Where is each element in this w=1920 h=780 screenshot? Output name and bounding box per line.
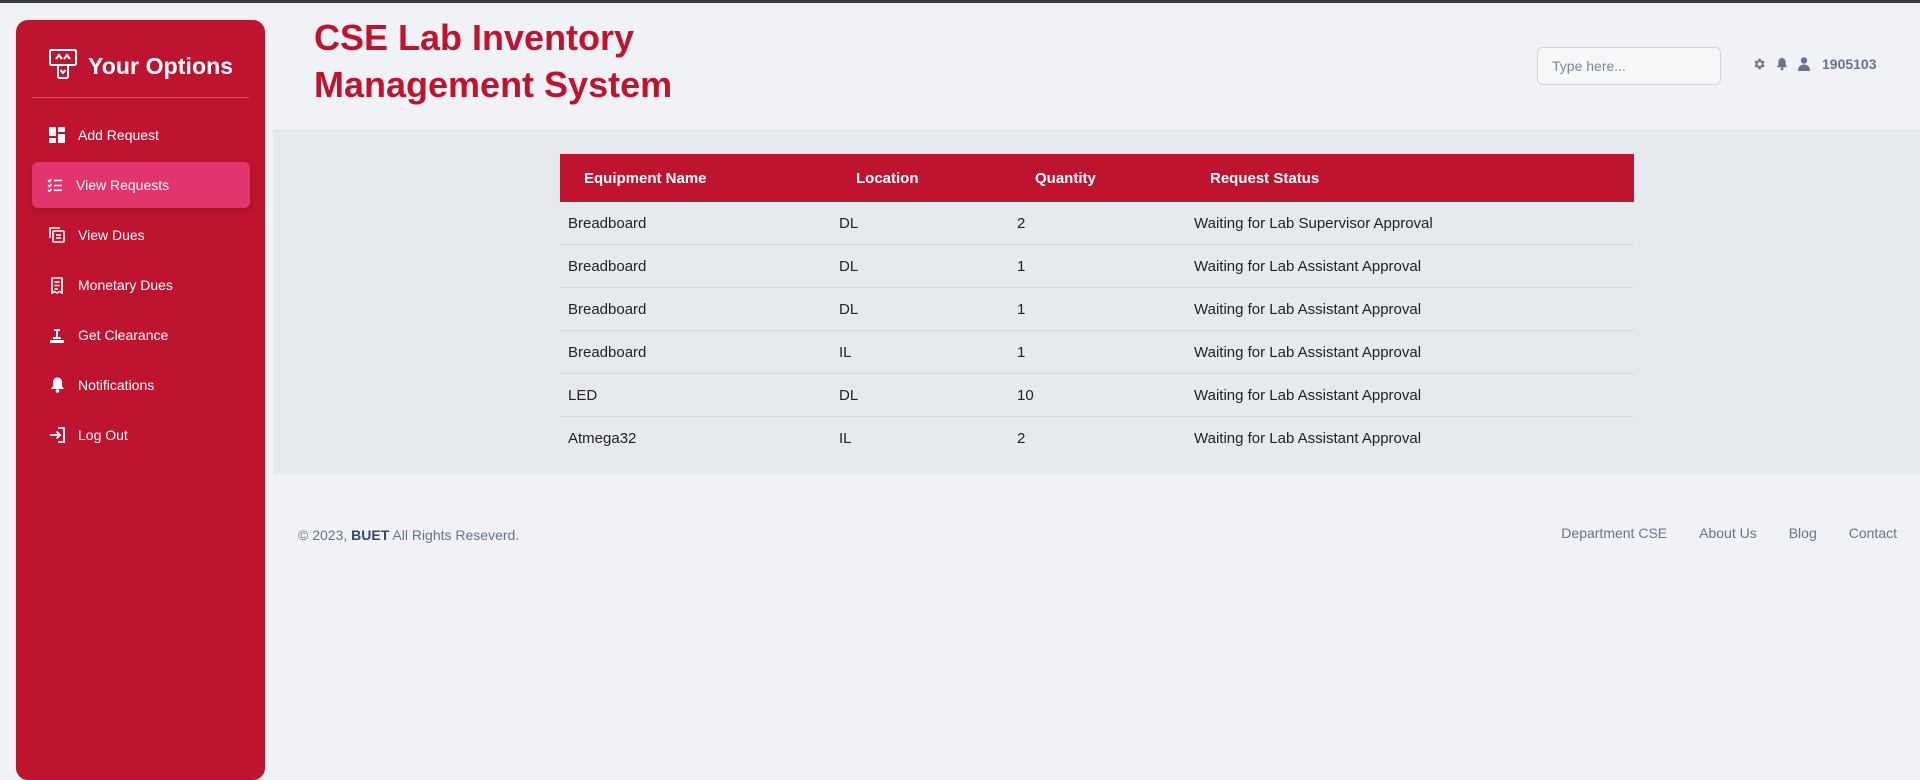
footer-links: Department CSE About Us Blog Contact — [1561, 525, 1897, 541]
copyright-org: BUET — [351, 527, 390, 543]
options-logo-icon — [48, 48, 78, 85]
sidebar-item-notifications[interactable]: Notifications — [32, 362, 250, 408]
column-header-status: Request Status — [1210, 169, 1320, 187]
table-header-row: Equipment Name Location Quantity Request… — [560, 154, 1634, 202]
cell-location: DL — [838, 373, 1017, 417]
sidebar-brand-title: Your Options — [88, 53, 234, 79]
bell-icon[interactable] — [1776, 57, 1788, 71]
cell-location: IL — [838, 330, 1017, 374]
footer-link-blog[interactable]: Blog — [1789, 525, 1817, 541]
gear-icon[interactable] — [1752, 57, 1766, 71]
cell-equipment: Breadboard — [560, 202, 838, 245]
table-row: LED DL 10 Waiting for Lab Assistant Appr… — [560, 373, 1634, 417]
cell-quantity: 2 — [1017, 429, 1026, 447]
table-row: Breadboard DL 2 Waiting for Lab Supervis… — [560, 202, 1634, 245]
cell-status: Waiting for Lab Assistant Approval — [1194, 429, 1422, 447]
cell-status: Waiting for Lab Assistant Approval — [1194, 330, 1634, 374]
bell-icon — [48, 376, 66, 394]
footer-copyright: © 2023, BUET All Rights Reseverd. — [298, 527, 519, 543]
footer-link-about[interactable]: About Us — [1699, 525, 1757, 541]
table-row: Breadboard IL 1 Waiting for Lab Assistan… — [560, 330, 1634, 374]
sidebar-divider — [32, 97, 249, 98]
cell-status: Waiting for Lab Assistant Approval — [1194, 244, 1634, 288]
list-check-icon — [46, 176, 64, 194]
cell-status: Waiting for Lab Supervisor Approval — [1194, 202, 1634, 245]
sidebar-brand: Your Options — [48, 48, 233, 85]
sidebar-item-monetary-dues[interactable]: Monetary Dues — [32, 262, 250, 308]
sidebar-item-label: Add Request — [78, 127, 159, 143]
sidebar-item-get-clearance[interactable]: Get Clearance — [32, 312, 250, 358]
sidebar-item-log-out[interactable]: Log Out — [32, 412, 250, 458]
copyright-prefix: © 2023, — [298, 527, 348, 543]
footer-link-contact[interactable]: Contact — [1849, 525, 1897, 541]
sidebar-item-view-requests[interactable]: View Requests — [32, 162, 250, 208]
sidebar-nav: Add Request View Requests View Dues Mone… — [32, 112, 250, 462]
footer-link-department[interactable]: Department CSE — [1561, 525, 1667, 541]
sidebar-item-add-request[interactable]: Add Request — [32, 112, 250, 158]
cell-status: Waiting for Lab Assistant Approval — [1194, 287, 1634, 331]
cell-location: IL — [839, 429, 852, 447]
sidebar-item-view-dues[interactable]: View Dues — [32, 212, 250, 258]
receipt-icon — [48, 276, 66, 294]
column-header-equipment: Equipment Name — [584, 169, 707, 187]
stacked-docs-icon — [48, 226, 66, 244]
cell-equipment: Breadboard — [560, 330, 838, 374]
table-row: Breadboard DL 1 Waiting for Lab Assistan… — [560, 287, 1634, 331]
page-title: CSE Lab Inventory Management System — [314, 17, 673, 105]
cell-quantity: 10 — [1017, 373, 1194, 417]
cell-quantity: 1 — [1017, 330, 1194, 374]
sidebar-item-label: Monetary Dues — [78, 277, 173, 293]
table-row: Breadboard DL 1 Waiting for Lab Assistan… — [560, 244, 1634, 288]
dashboard-icon — [48, 126, 66, 144]
user-id[interactable]: 1905103 — [1822, 56, 1877, 72]
cell-equipment: Breadboard — [560, 244, 838, 288]
cell-location: DL — [838, 287, 1017, 331]
requests-table: Equipment Name Location Quantity Request… — [560, 154, 1634, 459]
sidebar-item-label: Log Out — [78, 427, 128, 443]
user-icon[interactable] — [1798, 57, 1810, 71]
cell-location: DL — [838, 202, 1017, 245]
cell-equipment: LED — [560, 373, 838, 417]
cell-equipment: Atmega32 — [568, 429, 637, 447]
sidebar: Your Options Add Request View Requests V… — [16, 20, 265, 780]
search-input[interactable] — [1537, 47, 1721, 85]
stamp-icon — [48, 326, 66, 344]
logout-icon — [48, 426, 66, 444]
table-row: Atmega32 IL 2 Waiting for Lab Assistant … — [560, 417, 1634, 460]
sidebar-item-label: Get Clearance — [78, 327, 169, 343]
header-tools: 1905103 — [1752, 56, 1877, 72]
cell-location: DL — [838, 244, 1017, 288]
sidebar-item-label: Notifications — [78, 377, 155, 393]
cell-quantity: 2 — [1017, 202, 1194, 245]
cell-quantity: 1 — [1017, 244, 1194, 288]
copyright-suffix: All Rights Reseverd. — [392, 527, 520, 543]
window-top-border — [0, 0, 1920, 3]
cell-equipment: Breadboard — [560, 287, 838, 331]
cell-quantity: 1 — [1017, 287, 1194, 331]
column-header-location: Location — [856, 169, 919, 187]
column-header-quantity: Quantity — [1035, 169, 1096, 187]
sidebar-item-label: View Dues — [78, 227, 145, 243]
sidebar-item-label: View Requests — [76, 177, 170, 193]
cell-status: Waiting for Lab Assistant Approval — [1194, 373, 1634, 417]
